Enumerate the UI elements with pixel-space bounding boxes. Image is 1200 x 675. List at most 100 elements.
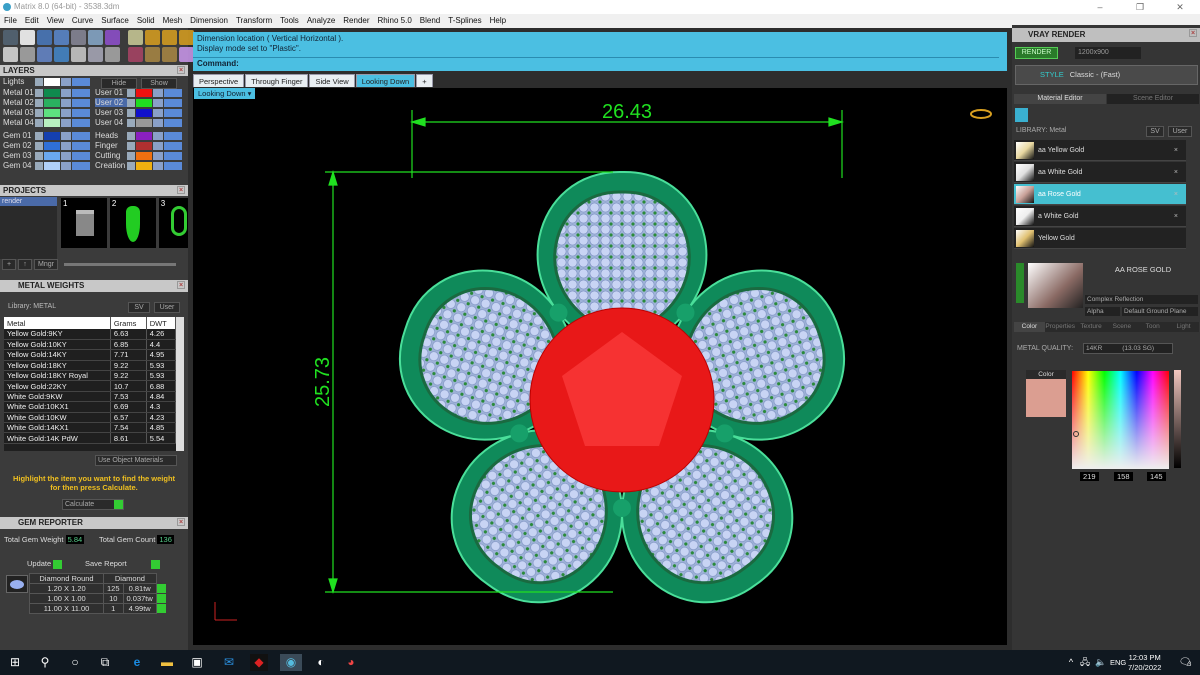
calculate-button[interactable]: Calculate [62, 499, 124, 510]
menu-render[interactable]: Render [343, 14, 369, 28]
lock-icon[interactable] [61, 77, 71, 86]
layer-expand-icon[interactable] [127, 161, 135, 170]
mail-icon[interactable]: ✉ [220, 654, 238, 671]
metal-quality-dropdown[interactable]: 14KR (13.03 SG) [1083, 343, 1173, 354]
resolution-dropdown[interactable]: 1200x900 [1075, 47, 1141, 59]
task-view-icon[interactable]: ⧉ [96, 654, 114, 671]
tab-perspective[interactable]: Perspective [193, 74, 245, 87]
subtab-properties[interactable]: Properties [1045, 322, 1076, 332]
lock-icon[interactable] [153, 108, 163, 117]
close-icon[interactable]: × [177, 518, 185, 526]
close-icon[interactable]: × [177, 66, 185, 74]
toolbar-tool-icon[interactable] [128, 47, 143, 62]
layer-color-swatch[interactable] [136, 131, 152, 140]
play-icon[interactable] [156, 584, 166, 594]
add-project-button[interactable]: + [2, 259, 16, 270]
lock-icon[interactable] [61, 98, 71, 107]
sv-toggle[interactable]: SV [1146, 126, 1164, 137]
visibility-toggle[interactable] [164, 131, 182, 140]
layer-row[interactable]: User 04 [95, 118, 182, 127]
layer-expand-icon[interactable] [35, 118, 43, 127]
tab-side-view[interactable]: Side View [309, 74, 355, 87]
manager-button[interactable]: Mngr [34, 259, 58, 270]
alpha-toggle[interactable]: Alpha [1085, 307, 1120, 316]
layer-color-swatch[interactable] [136, 161, 152, 170]
color-swatch[interactable] [1026, 379, 1066, 417]
layer-color-swatch[interactable] [136, 151, 152, 160]
material-item[interactable]: a White Gold × [1014, 206, 1186, 227]
layer-row[interactable]: Lights [3, 77, 90, 86]
toolbar-tool-icon[interactable] [54, 30, 69, 45]
menu-edit[interactable]: Edit [25, 14, 39, 28]
menu-file[interactable]: File [4, 14, 17, 28]
visibility-toggle[interactable] [72, 118, 90, 127]
visibility-toggle[interactable] [72, 98, 90, 107]
menu-tools[interactable]: Tools [280, 14, 299, 28]
table-row[interactable]: Yellow Gold:14KY 7.71 4.95 [4, 349, 177, 361]
thumb-size-slider[interactable] [64, 263, 176, 266]
table-row[interactable]: Yellow Gold:10KY 6.85 4.4 [4, 339, 177, 351]
toolbar-tool-icon[interactable] [37, 47, 52, 62]
layer-color-swatch[interactable] [136, 88, 152, 97]
remove-material-icon[interactable]: × [1174, 162, 1178, 183]
scrollbar[interactable] [176, 317, 184, 451]
toolbar-tool-icon[interactable] [37, 30, 52, 45]
play-icon[interactable] [157, 604, 167, 614]
clock[interactable]: 12:03 PM 7/20/2022 [1128, 653, 1161, 673]
subtab-texture[interactable]: Texture [1076, 322, 1107, 332]
visibility-toggle[interactable] [72, 161, 90, 170]
material-item[interactable]: Yellow Gold [1014, 228, 1186, 249]
column-header[interactable]: Grams [110, 317, 147, 329]
tab-scene-editor[interactable]: Scene Editor [1107, 94, 1199, 104]
menu-help[interactable]: Help [490, 14, 506, 28]
layer-row[interactable]: Creation [95, 161, 182, 170]
project-thumb-ring[interactable]: 3 [158, 198, 188, 248]
language-indicator[interactable]: ENG [1110, 658, 1126, 667]
layer-expand-icon[interactable] [127, 98, 135, 107]
show-button[interactable]: Show [141, 78, 177, 89]
table-row[interactable]: Yellow Gold:18KY 9.22 5.93 [4, 360, 177, 372]
user-toggle[interactable]: User [154, 302, 180, 313]
lock-icon[interactable] [153, 131, 163, 140]
layer-color-swatch[interactable] [136, 141, 152, 150]
project-thumb-gem[interactable]: 2 [109, 198, 156, 248]
gem-row[interactable]: 11.00 X 11.00 1 4.99tw [29, 603, 167, 614]
edge-icon[interactable]: e [128, 654, 146, 671]
msi-app-icon[interactable]: ◆ [250, 654, 268, 671]
menu-rhino-5-0[interactable]: Rhino 5.0 [378, 14, 412, 28]
gem-row[interactable]: 1.20 X 1.20 125 0.81tw [29, 583, 167, 594]
menu-view[interactable]: View [47, 14, 64, 28]
layer-expand-icon[interactable] [127, 141, 135, 150]
use-object-materials-dropdown[interactable]: Use Object Materials [95, 455, 177, 466]
lock-icon[interactable] [61, 118, 71, 127]
lock-icon[interactable] [153, 118, 163, 127]
toolbar-tool-icon[interactable] [179, 47, 194, 62]
layer-row[interactable]: Gem 03 [3, 151, 90, 160]
toolbar-tool-icon[interactable] [88, 30, 103, 45]
layer-color-swatch[interactable] [44, 77, 60, 86]
add-viewport-tab[interactable]: + [416, 74, 433, 87]
visibility-toggle[interactable] [72, 151, 90, 160]
viewport[interactable]: 26.43 25.73 [193, 88, 1007, 645]
color-picker-field[interactable] [1072, 371, 1169, 469]
lock-icon[interactable] [61, 141, 71, 150]
toolbar-tool-icon[interactable] [162, 30, 177, 45]
toolbar-tool-icon[interactable] [54, 47, 69, 62]
subtab-toon[interactable]: Toon [1137, 322, 1168, 332]
layer-expand-icon[interactable] [35, 131, 43, 140]
visibility-toggle[interactable] [72, 88, 90, 97]
layer-row[interactable]: Heads [95, 131, 182, 140]
toolbar-tool-icon[interactable] [179, 30, 194, 45]
lock-icon[interactable] [153, 141, 163, 150]
lock-icon[interactable] [153, 88, 163, 97]
chrome-icon[interactable]: ◕ [342, 654, 360, 671]
layer-row[interactable]: Metal 03 [3, 108, 90, 117]
layer-row[interactable]: User 01 [95, 88, 182, 97]
collapse-button[interactable] [1016, 263, 1024, 303]
play-icon[interactable] [156, 594, 166, 604]
visibility-toggle[interactable] [164, 98, 182, 107]
layer-expand-icon[interactable] [35, 151, 43, 160]
cortana-icon[interactable]: ○ [66, 654, 84, 671]
menu-mesh[interactable]: Mesh [163, 14, 183, 28]
toolbar-tool-icon[interactable] [162, 47, 177, 62]
